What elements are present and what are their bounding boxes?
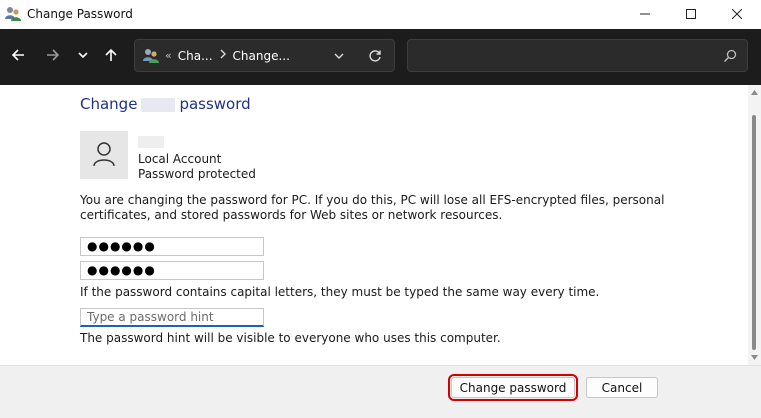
breadcrumb-item[interactable]: Change... xyxy=(233,49,290,63)
account-status: Password protected xyxy=(138,167,256,181)
change-password-button[interactable]: Change password xyxy=(448,374,578,401)
confirm-password-value: ●●●●●● xyxy=(87,263,156,277)
button-bar: Change password Cancel xyxy=(0,365,761,418)
chevron-right-icon xyxy=(219,49,227,62)
page-title-prefix: Change xyxy=(80,95,138,113)
minimize-icon xyxy=(640,8,650,22)
close-button[interactable] xyxy=(714,0,760,29)
up-button[interactable] xyxy=(98,43,124,69)
window-title: Change Password xyxy=(27,7,133,21)
search-input[interactable] xyxy=(407,39,748,72)
new-password-field[interactable]: ●●●●●● xyxy=(80,237,264,256)
redacted-username xyxy=(138,136,164,148)
address-bar[interactable]: « Cha... Change... xyxy=(134,39,395,72)
cancel-button[interactable]: Cancel xyxy=(586,377,658,398)
hint-visibility-note: The password hint will be visible to eve… xyxy=(80,331,501,345)
user-icon xyxy=(92,141,116,170)
vertical-scrollbar[interactable] xyxy=(748,85,761,365)
breadcrumb-overflow[interactable]: « xyxy=(165,49,172,62)
scroll-thumb[interactable] xyxy=(752,115,756,350)
chevron-down-icon xyxy=(77,49,89,64)
scroll-up-icon[interactable] xyxy=(750,88,759,96)
maximize-icon xyxy=(686,8,696,22)
maximize-button[interactable] xyxy=(668,0,714,29)
refresh-icon[interactable] xyxy=(368,49,382,66)
users-icon xyxy=(5,6,21,22)
password-hint-field[interactable]: Type a password hint xyxy=(80,308,264,327)
close-icon xyxy=(731,8,743,22)
case-sensitivity-note: If the password contains capital letters… xyxy=(80,285,600,299)
navigation-bar: « Cha... Change... xyxy=(0,29,761,85)
new-password-value: ●●●●●● xyxy=(87,239,156,253)
chevron-down-icon[interactable] xyxy=(333,50,345,65)
arrow-up-icon xyxy=(104,48,118,65)
minimize-button[interactable] xyxy=(622,0,668,29)
users-icon xyxy=(143,48,159,67)
warning-description: You are changing the password for PC. If… xyxy=(80,193,665,222)
back-button[interactable] xyxy=(5,43,31,69)
title-bar: Change Password xyxy=(0,0,761,29)
redacted-username xyxy=(141,97,176,112)
arrow-left-icon xyxy=(11,48,25,65)
breadcrumb: « Cha... Change... xyxy=(165,40,290,71)
avatar xyxy=(80,131,128,179)
page-title: Change password xyxy=(80,95,251,113)
scroll-down-icon[interactable] xyxy=(750,353,759,361)
forward-button[interactable] xyxy=(40,43,66,69)
confirm-password-field[interactable]: ●●●●●● xyxy=(80,261,264,280)
arrow-right-icon xyxy=(46,48,60,65)
breadcrumb-item[interactable]: Cha... xyxy=(178,49,213,63)
recent-locations-button[interactable] xyxy=(70,43,96,69)
page-title-suffix: password xyxy=(179,95,251,113)
search-icon xyxy=(723,49,737,66)
account-type: Local Account xyxy=(138,152,222,166)
password-hint-placeholder: Type a password hint xyxy=(87,310,214,324)
